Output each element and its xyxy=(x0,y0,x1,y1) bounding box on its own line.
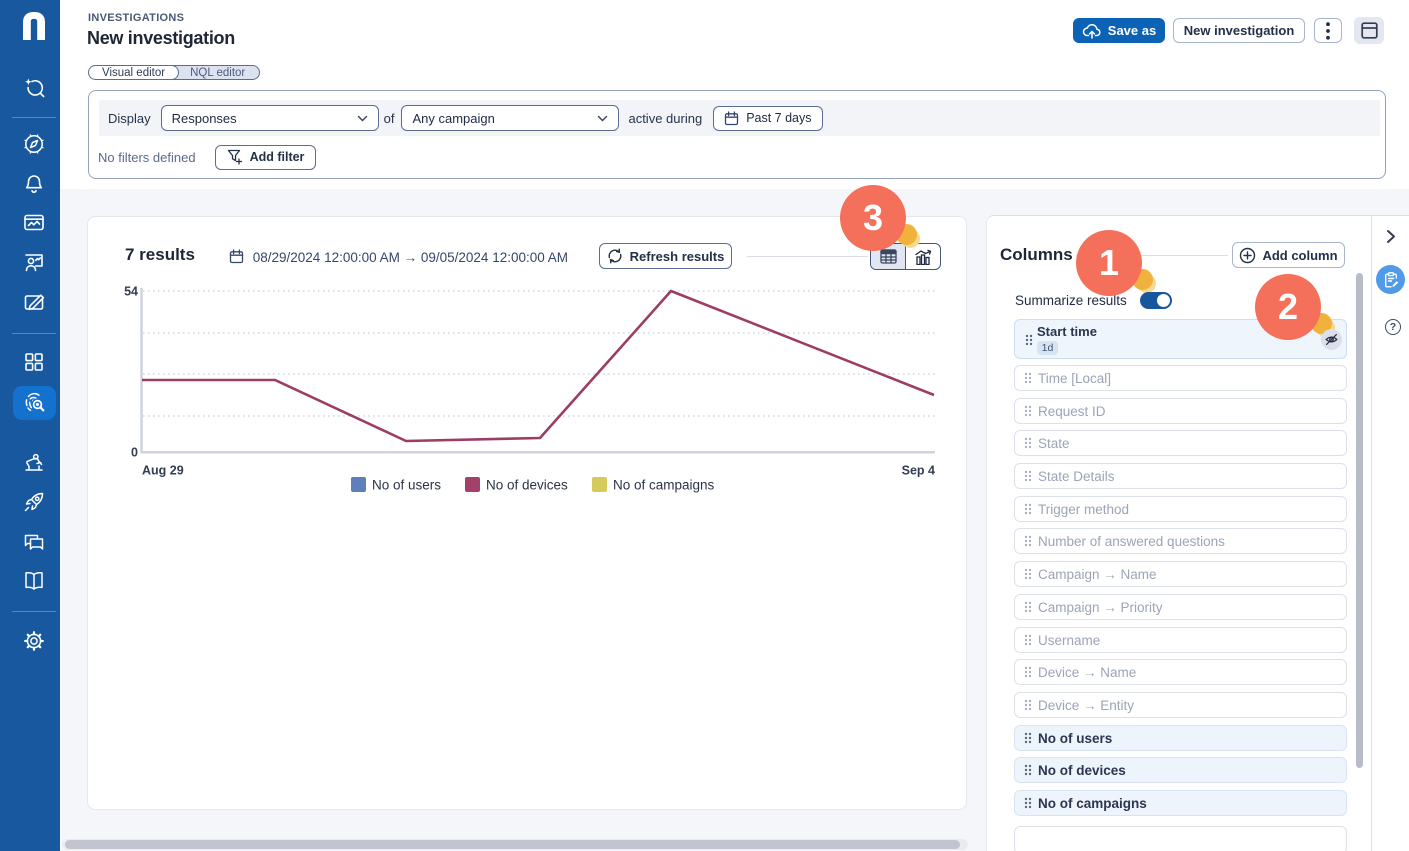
svg-text:Aug 29: Aug 29 xyxy=(142,464,184,478)
svg-text:Sep 4: Sep 4 xyxy=(902,464,935,478)
svg-text:54: 54 xyxy=(124,285,138,299)
svg-text:0: 0 xyxy=(131,446,138,460)
svg-text:No of devices: No of devices xyxy=(486,478,568,493)
svg-text:No of campaigns: No of campaigns xyxy=(613,478,715,493)
svg-text:No of users: No of users xyxy=(372,478,441,493)
